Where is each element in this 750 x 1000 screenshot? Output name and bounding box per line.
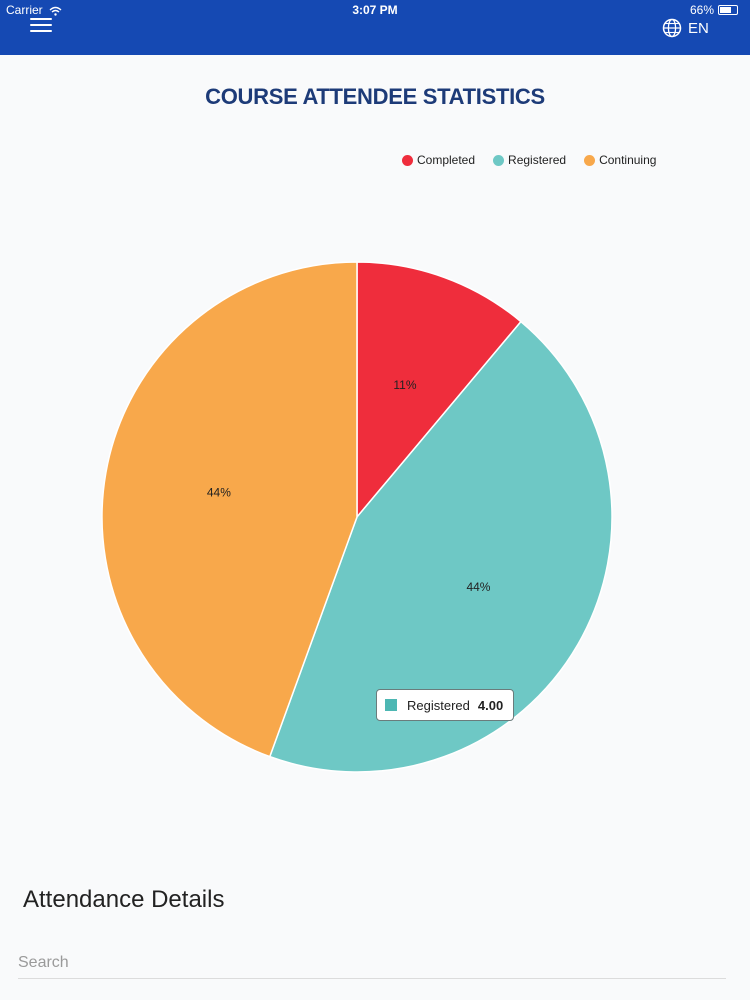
slice-label-registered: 44% — [466, 580, 490, 594]
attendance-details-title: Attendance Details — [23, 886, 225, 913]
search-input[interactable] — [18, 948, 726, 979]
tooltip-value: 4.00 — [477, 697, 504, 713]
chart-tooltip: Registered 4.00 — [376, 689, 514, 721]
tooltip-series: Registered — [407, 697, 470, 713]
slice-label-completed: 11% — [393, 378, 416, 392]
pie-chart: 11% 44% 44% — [101, 261, 613, 773]
slice-label-continuing: 44% — [207, 486, 231, 500]
tooltip-swatch — [385, 699, 397, 711]
